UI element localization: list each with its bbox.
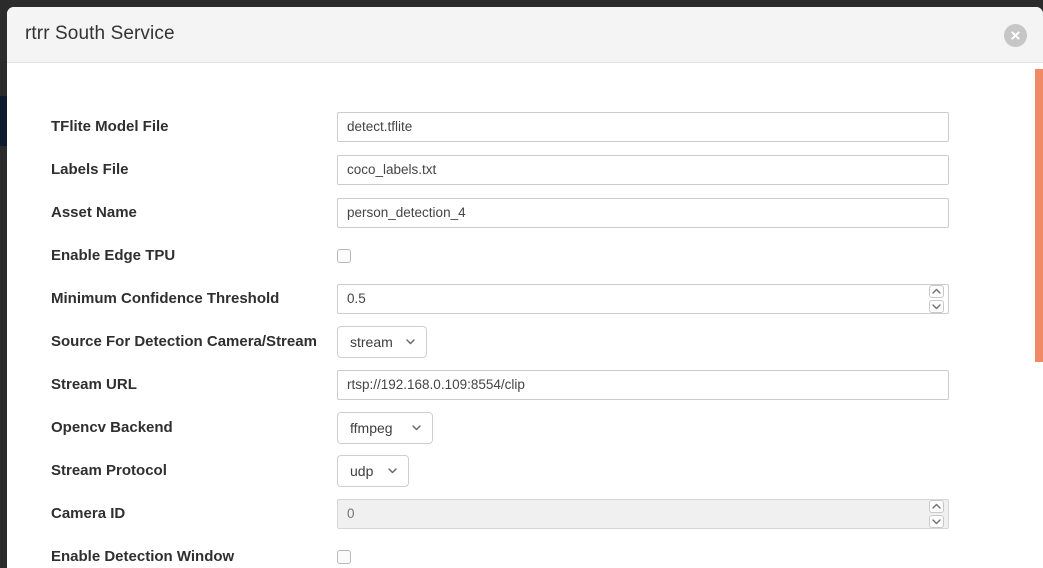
form-row: Enable Edge TPU (7, 234, 1017, 277)
scrollbar-thumb[interactable] (1035, 69, 1043, 362)
input-asset-name[interactable] (337, 197, 949, 228)
checkbox-enable-edge-tpu[interactable] (337, 248, 351, 263)
chevron-up-icon[interactable] (929, 284, 944, 298)
form-row: TFlite Model File (7, 105, 1017, 148)
select-value: ffmpeg (350, 419, 393, 436)
form-row: Enable Detection Window (7, 535, 1017, 567)
field-control (337, 498, 1017, 529)
modal-body: TFlite Model File Labels File Asset Name En… (7, 63, 1043, 567)
form-row: Asset Name (7, 191, 1017, 234)
field-label-opencv-backend: Opencv Backend (51, 419, 173, 436)
field-control: udp (337, 454, 1017, 487)
field-label-stream-url: Stream URL (51, 376, 137, 393)
field-label-source-for-detection: Source For Detection Camera/Stream (51, 333, 317, 350)
field-control: ffmpeg (337, 411, 1017, 444)
form-row: Source For Detection Camera/Stream stream (7, 320, 1017, 363)
input-camera-id (337, 498, 949, 529)
page-title: rtrr South Service (25, 23, 175, 44)
input-labels-file[interactable] (337, 154, 949, 185)
select-value: udp (350, 462, 374, 479)
checkbox-enable-detection-window[interactable] (337, 549, 351, 564)
field-control (337, 549, 1017, 564)
field-label-labels-file: Labels File (51, 161, 129, 178)
form-row: Camera ID (7, 492, 1017, 535)
field-label-asset-name: Asset Name (51, 204, 137, 221)
form-row: Minimum Confidence Threshold (7, 277, 1017, 320)
form-row: Labels File (7, 148, 1017, 191)
form-row: Stream Protocol udp (7, 449, 1017, 492)
service-config-modal: rtrr South Service TFlite Model File Labe… (7, 7, 1043, 568)
field-label-minimum-confidence-threshold: Minimum Confidence Threshold (51, 290, 280, 307)
number-field-minimum-confidence-threshold (337, 283, 949, 314)
field-label-enable-edge-tpu: Enable Edge TPU (51, 247, 176, 264)
modal-header: rtrr South Service (7, 7, 1043, 63)
select-opencv-backend[interactable]: ffmpeg (337, 411, 433, 444)
number-spinner (929, 499, 944, 528)
select-stream-protocol[interactable]: udp (337, 454, 409, 487)
chevron-down-icon (410, 421, 423, 434)
chevron-down-icon[interactable] (929, 514, 944, 528)
field-control (337, 154, 1017, 185)
input-minimum-confidence-threshold[interactable] (337, 283, 949, 314)
field-control (337, 369, 1017, 400)
chevron-up-icon[interactable] (929, 499, 944, 513)
field-label-tflite-model-file: TFlite Model File (51, 118, 169, 135)
input-stream-url[interactable] (337, 369, 949, 400)
chevron-down-icon (404, 335, 417, 348)
chevron-down-icon[interactable] (929, 299, 944, 313)
field-label-stream-protocol: Stream Protocol (51, 462, 167, 479)
chevron-down-icon (386, 464, 399, 477)
field-control (337, 111, 1017, 142)
number-field-camera-id (337, 498, 949, 529)
form-row: Opencv Backend ffmpeg (7, 406, 1017, 449)
field-control (337, 283, 1017, 314)
select-value: stream (350, 333, 393, 350)
close-circle-icon[interactable] (1004, 24, 1027, 47)
vertical-scrollbar[interactable] (1035, 64, 1043, 568)
config-form: TFlite Model File Labels File Asset Name En… (7, 63, 1017, 567)
input-tflite-model-file[interactable] (337, 111, 949, 142)
select-source-for-detection[interactable]: stream (337, 325, 427, 358)
field-label-enable-detection-window: Enable Detection Window (51, 548, 235, 565)
field-control (337, 197, 1017, 228)
field-label-camera-id: Camera ID (51, 505, 126, 522)
field-control: stream (337, 325, 1017, 358)
field-control (337, 248, 1017, 263)
close-icon (1009, 29, 1022, 42)
form-row: Stream URL (7, 363, 1017, 406)
number-spinner (929, 284, 944, 313)
